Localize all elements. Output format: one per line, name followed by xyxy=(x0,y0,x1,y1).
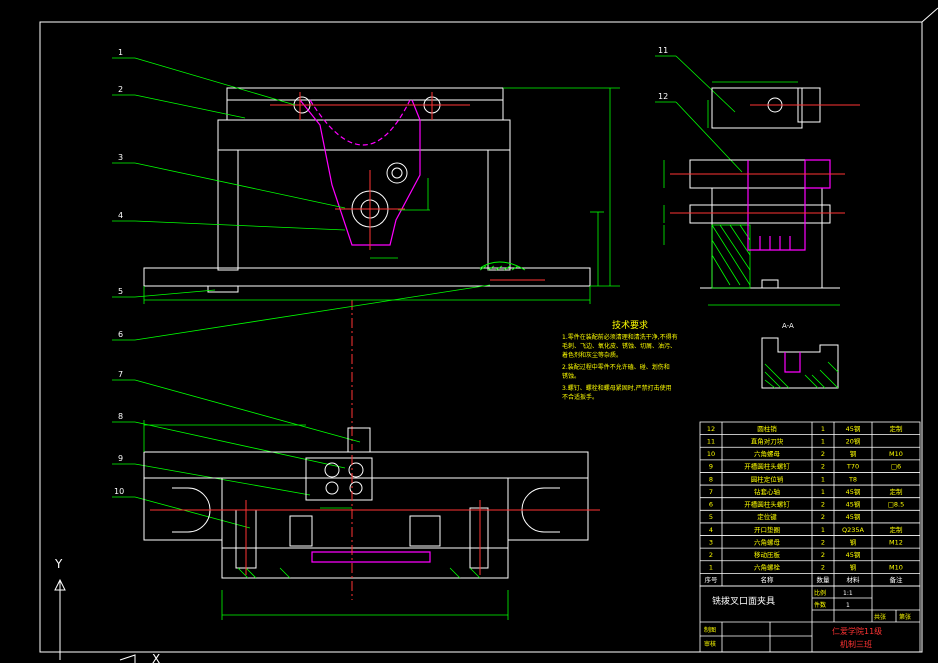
bom-cell-mat: 钢 xyxy=(850,538,857,546)
bom-header-mat: 材料 xyxy=(847,575,861,584)
bom-cell-no: 6 xyxy=(709,501,713,509)
bom-cell-no: 11 xyxy=(707,437,715,445)
qty-label: 件数 xyxy=(814,601,826,609)
bom-cell-name: 六角螺栓 xyxy=(754,563,781,572)
bom-cell-name: 钻套心轴 xyxy=(754,487,781,496)
balloon-4: 4 xyxy=(118,211,123,220)
tech-line-7: 不合适扳手。 xyxy=(562,393,598,401)
school: 仁爱学院11级 xyxy=(832,626,882,636)
bom-cell-note: 定制 xyxy=(890,424,904,433)
bom-cell-name: 六角螺母 xyxy=(754,537,781,546)
bom-cell-qty: 2 xyxy=(821,564,825,572)
axis-y-label: Y xyxy=(54,557,63,571)
bom-cell-note: M10 xyxy=(889,450,903,458)
tech-title: 技术要求 xyxy=(612,319,648,331)
bom-cell-mat: 45钢 xyxy=(846,551,861,559)
tech-line-3: 着色剂和灰尘等杂质。 xyxy=(562,351,622,359)
bom-cell-mat: 45钢 xyxy=(846,425,861,433)
bom-header-no: 序号 xyxy=(705,575,719,584)
drawing-name: 铣拨叉口面夹具 xyxy=(712,595,775,607)
tech-line-4: 2.装配过程中零件不允许磕、碰、划伤和 xyxy=(562,363,670,371)
balloon-9: 9 xyxy=(118,454,123,463)
balloon-8: 8 xyxy=(118,412,123,421)
bom-cell-qty: 2 xyxy=(821,450,825,458)
bom-cell-mat: 20钢 xyxy=(846,437,861,445)
bom-cell-name: 直角对刀块 xyxy=(751,436,784,445)
section-aa-label: A-A xyxy=(782,322,794,330)
balloon-5: 5 xyxy=(118,287,123,296)
tech-line-6: 3.螺钉、螺栓和螺母紧固时,严禁打击使用 xyxy=(562,384,672,392)
bom-cell-name: 开口垫圈 xyxy=(754,525,780,534)
balloon-3: 3 xyxy=(118,153,123,162)
bom-cell-mat: 钢 xyxy=(850,450,857,458)
ratio-value: 1:1 xyxy=(843,590,853,597)
bom-cell-no: 5 xyxy=(709,513,713,521)
cad-drawing: 1 2 3 4 5 6 7 8 9 10 11 12 A-A 技术要求 1.零件… xyxy=(0,0,938,663)
bom-cell-qty: 1 xyxy=(821,526,825,534)
qty-value: 1 xyxy=(846,602,850,609)
bom-cell-name: 定位键 xyxy=(757,512,777,521)
tech-line-2: 毛刺、飞边、氧化皮、锈蚀、切屑、油污、 xyxy=(562,342,676,350)
bom-cell-name: 开槽圆柱头螺钉 xyxy=(744,500,790,509)
bom-cell-qty: 2 xyxy=(821,538,825,546)
bom-cell-no: 9 xyxy=(709,463,713,471)
bom-cell-mat: T8 xyxy=(848,475,857,483)
bom-cell-name: 圆柱定位销 xyxy=(751,474,784,483)
balloon-1: 1 xyxy=(118,48,123,57)
bom-cell-name: 六角螺母 xyxy=(754,449,781,458)
bom-cell-mat: 45钢 xyxy=(846,513,861,521)
axis-x-label: X xyxy=(152,652,160,663)
balloon-7: 7 xyxy=(118,370,123,379)
ratio-label: 比例 xyxy=(814,589,826,597)
balloon-12: 12 xyxy=(658,92,668,101)
bom-header-name: 名称 xyxy=(761,575,775,584)
sheet-no: 第张 xyxy=(899,613,911,621)
class: 机制三班 xyxy=(840,639,872,649)
bom-cell-qty: 1 xyxy=(821,475,825,483)
bom-cell-note: 定制 xyxy=(890,487,904,496)
bom-cell-note: □6 xyxy=(891,463,901,471)
bom-cell-no: 3 xyxy=(709,538,713,546)
bom-cell-note: M12 xyxy=(889,538,903,546)
bom-cell-qty: 2 xyxy=(821,463,825,471)
bom-cell-mat: 钢 xyxy=(850,564,857,572)
bom-cell-no: 1 xyxy=(709,564,713,572)
balloon-11: 11 xyxy=(658,46,668,55)
bom-cell-mat: 45钢 xyxy=(846,501,861,509)
bom-cell-qty: 1 xyxy=(821,437,825,445)
check-label: 审核 xyxy=(704,640,716,648)
bom-header-qty: 数量 xyxy=(817,575,831,584)
tech-line-1: 1.零件在装配前必须清理和清洗干净,不得有 xyxy=(562,333,678,341)
bom-cell-note: M10 xyxy=(889,564,903,572)
bom-cell-mat: 45钢 xyxy=(846,488,861,496)
bom-cell-qty: 2 xyxy=(821,513,825,521)
bom-header-note: 备注 xyxy=(890,575,904,584)
tech-line-5: 锈蚀。 xyxy=(562,372,580,380)
bom-cell-no: 12 xyxy=(707,425,715,433)
bom-cell-mat: Q235A xyxy=(842,526,865,534)
bom-cell-no: 10 xyxy=(707,450,715,458)
bom-cell-name: 圆柱销 xyxy=(757,424,777,433)
drawn-label: 制图 xyxy=(704,626,716,634)
bom-cell-qty: 2 xyxy=(821,551,825,559)
sheet-total: 共张 xyxy=(874,613,886,621)
balloon-2: 2 xyxy=(118,85,123,94)
bom-cell-no: 4 xyxy=(709,526,713,534)
bom-cell-no: 7 xyxy=(709,488,713,496)
bom-cell-qty: 2 xyxy=(821,501,825,509)
bom-cell-note: 定制 xyxy=(890,525,904,534)
balloon-10: 10 xyxy=(114,487,124,496)
bom-cell-no: 2 xyxy=(709,551,713,559)
bom-cell-no: 8 xyxy=(709,475,713,483)
bom-cell-qty: 1 xyxy=(821,488,825,496)
bom-cell-name: 移动压板 xyxy=(754,550,781,559)
balloon-6: 6 xyxy=(118,330,123,339)
bom-cell-note: □8.5 xyxy=(888,501,904,509)
bom-cell-name: 开槽圆柱头螺钉 xyxy=(744,462,790,471)
bom-cell-qty: 1 xyxy=(821,425,825,433)
bom-cell-mat: T70 xyxy=(846,463,859,471)
